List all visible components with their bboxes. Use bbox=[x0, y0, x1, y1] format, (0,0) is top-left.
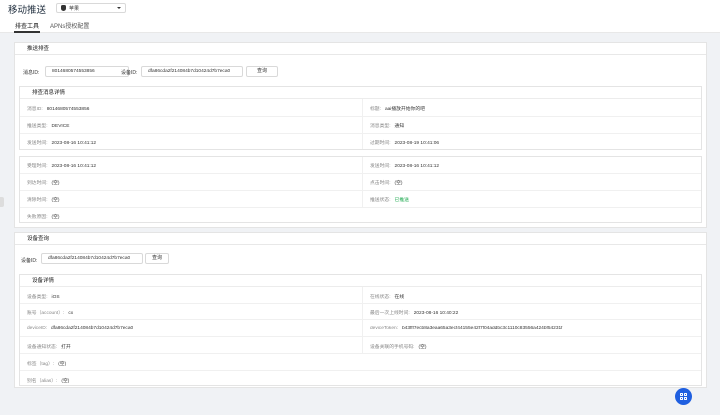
status-fail-reason: 失败原因: (空) bbox=[27, 215, 60, 220]
detail-expire-time: 过期时间: 2023-08-19 10:41:06 bbox=[370, 141, 440, 146]
detail-title: 标题: aai播放开始你的吧 bbox=[370, 107, 425, 112]
status-clear-time: 清除时间: (空) bbox=[27, 198, 60, 203]
device-token: deviceToken: b43fff7ecb8a3eaa65a3ecf44155… bbox=[370, 326, 563, 331]
row-divider bbox=[20, 173, 701, 174]
device-id-input[interactable]: dfa86cda2f214084b7d10424d7b7eca0 bbox=[141, 66, 243, 77]
platform-select[interactable]: 苹果 bbox=[56, 3, 126, 13]
device-last-online: 最后一次上线时间: 2023-08-16 10:40:22 bbox=[370, 311, 459, 316]
active-tab-indicator bbox=[14, 31, 40, 33]
device-query-button[interactable]: 查询 bbox=[145, 253, 169, 264]
status-arrive-time: 到达时间: (空) bbox=[27, 181, 60, 186]
status-push-state: 推送状态: 已推送 bbox=[370, 198, 409, 203]
status-badge: 已推送 bbox=[394, 198, 409, 203]
row-divider bbox=[20, 303, 701, 304]
device-account: 账号（account）: cx bbox=[27, 311, 74, 316]
push-status-card: 受理时间: 2023-08-16 10:41:12 发送时间: 2023-08-16… bbox=[19, 156, 702, 223]
status-accept-time: 受理时间: 2023-08-16 10:41:12 bbox=[27, 164, 97, 169]
grid-icon bbox=[679, 392, 683, 396]
device-query-id-label: 设备ID: bbox=[21, 258, 38, 264]
row-divider bbox=[20, 319, 701, 320]
device-detail-title: 设备详情 bbox=[20, 275, 701, 287]
message-detail-title: 排查消息详情 bbox=[20, 87, 701, 99]
device-tag: 标签（tag）: (空) bbox=[27, 362, 67, 367]
row-divider bbox=[20, 190, 701, 191]
message-detail-card: 排查消息详情 消息ID: 8014680574553856 标题: aai播放开始你… bbox=[19, 86, 702, 150]
device-notify-state: 设备通知状态: 打开 bbox=[27, 345, 71, 350]
row-divider bbox=[20, 133, 701, 134]
detail-send-time: 发送时间: 2023-08-16 10:41:12 bbox=[27, 141, 97, 146]
row-divider bbox=[20, 370, 701, 371]
grid-icon bbox=[679, 397, 683, 401]
platform-value: 苹果 bbox=[69, 5, 80, 12]
device-alias: 别名（alias）: (空) bbox=[27, 379, 70, 384]
page-title: 移动推送 bbox=[8, 5, 47, 16]
sidebar-toggle[interactable] bbox=[0, 197, 4, 207]
status-click-time: 点击时间: (空) bbox=[370, 181, 403, 186]
device-detail-card: 设备详情 设备类型: iOS 在线状态: 在线 账号（account）: cx 最后一… bbox=[19, 274, 702, 386]
top-bar: 移动推送 苹果 bbox=[0, 0, 720, 16]
row-divider bbox=[20, 207, 701, 208]
grid-icon bbox=[684, 397, 688, 401]
floating-action-button[interactable] bbox=[675, 388, 692, 405]
device-phone: 设备关联的手机号码: (空) bbox=[370, 345, 427, 350]
tab-bar: 排查工具 APNs授权配置 bbox=[0, 16, 720, 33]
detail-push-type: 推送类型: DEVICE bbox=[27, 124, 70, 129]
device-online-state: 在线状态: 在线 bbox=[370, 295, 405, 300]
message-id-input[interactable]: 8014680574553856 bbox=[45, 66, 129, 77]
detail-message-type: 消息类型: 通知 bbox=[370, 124, 405, 129]
device-query-title: 设备查询 bbox=[15, 233, 706, 245]
tab-troubleshoot[interactable]: 排查工具 bbox=[15, 21, 39, 30]
column-divider bbox=[362, 287, 363, 353]
device-id: deviceID: dfa86cda2f214084b7d10424d7b7eca… bbox=[27, 326, 134, 331]
row-divider bbox=[20, 336, 701, 337]
apple-icon bbox=[61, 5, 66, 11]
device-type: 设备类型: iOS bbox=[27, 295, 60, 300]
row-divider bbox=[20, 353, 701, 354]
push-query-button[interactable]: 查询 bbox=[246, 66, 278, 77]
device-id-label: 设备ID: bbox=[121, 70, 138, 76]
device-query-panel: 设备查询 设备ID: dfa86cda2f214084b7d10424d7b7e… bbox=[14, 232, 707, 388]
tab-apns-config[interactable]: APNs授权配置 bbox=[50, 21, 89, 30]
message-id-label: 消息ID: bbox=[23, 70, 40, 76]
column-divider bbox=[362, 99, 363, 149]
column-divider bbox=[362, 157, 363, 207]
row-divider bbox=[20, 116, 701, 117]
detail-message-id: 消息ID: 8014680574553856 bbox=[27, 107, 90, 112]
status-send-time: 发送时间: 2023-08-16 10:41:12 bbox=[370, 164, 440, 169]
grid-icon bbox=[684, 392, 688, 396]
chevron-down-icon bbox=[117, 7, 121, 9]
push-query-panel: 推送排查 消息ID: 8014680574553856 设备ID: dfa86c… bbox=[14, 42, 707, 228]
device-query-id-input[interactable]: dfa86cda2f214084b7d10424d7b7eca0 bbox=[41, 253, 143, 264]
push-query-title: 推送排查 bbox=[15, 43, 706, 55]
